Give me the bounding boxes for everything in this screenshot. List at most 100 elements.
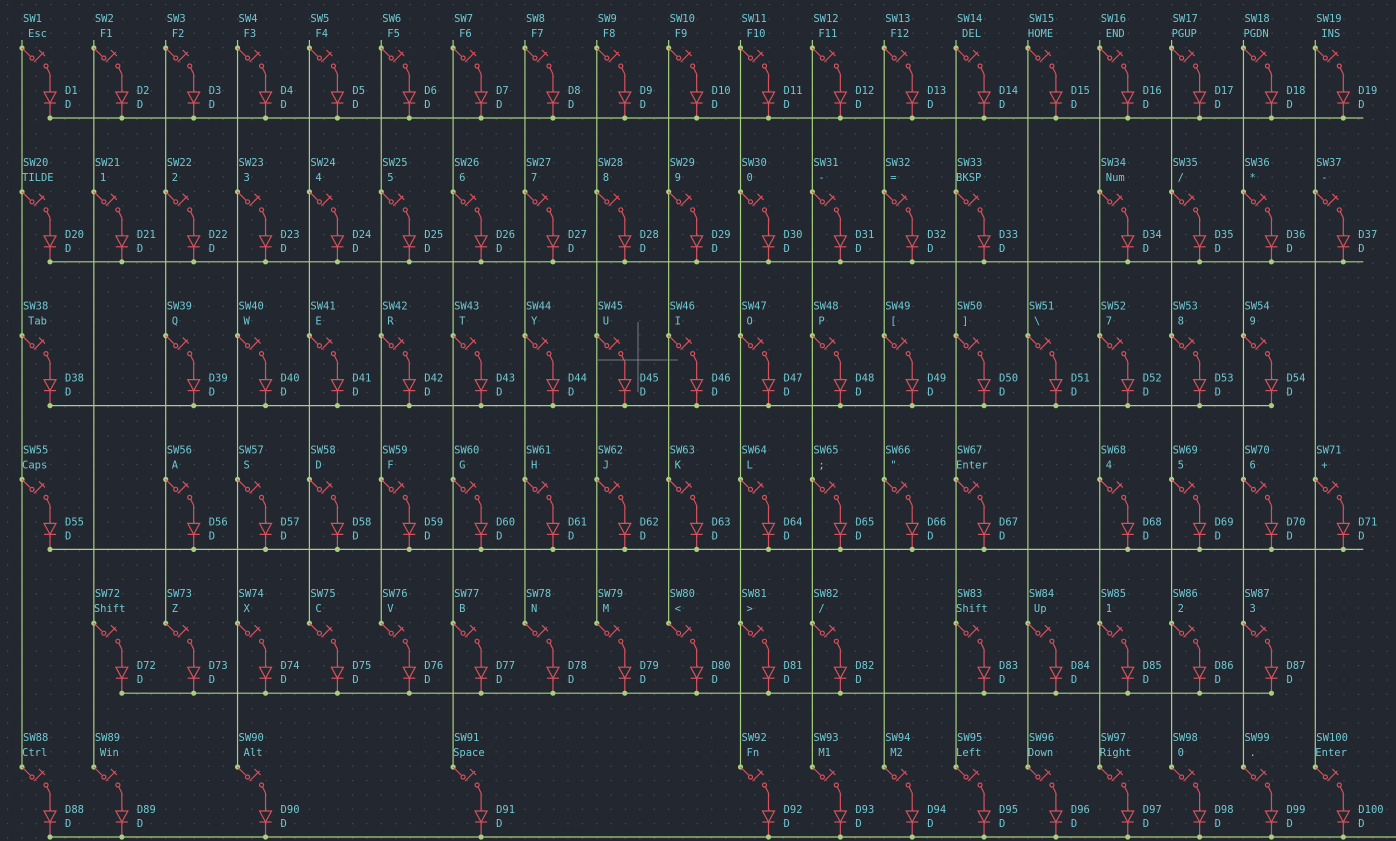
key-switch-sw25[interactable]: SW25 5 D25 D — [378, 157, 444, 265]
key-switch-sw53[interactable]: SW53 8 D53 D — [1169, 301, 1234, 409]
key-switch-sw72[interactable]: SW72 Shift D72 D — [91, 588, 156, 696]
key-switch-sw57[interactable]: SW57 S D57 D — [234, 444, 300, 553]
key-switch-sw20[interactable]: SW20 TILDE D20 D — [19, 157, 84, 265]
key-switch-sw15[interactable]: SW15 HOME D15 D — [1025, 13, 1090, 121]
key-switch-sw37[interactable]: SW37 - D37 D — [1312, 157, 1378, 265]
key-switch-sw95[interactable]: SW95 Left D95 D — [953, 732, 1018, 840]
key-switch-sw48[interactable]: SW48 P D48 D — [809, 301, 875, 409]
key-switch-sw94[interactable]: SW94 M2 D94 D — [881, 732, 947, 840]
key-switch-sw91[interactable]: SW91 Space D91 D — [450, 732, 516, 840]
key-switch-sw29[interactable]: SW29 9 D29 D — [666, 157, 731, 265]
key-switch-sw79[interactable]: SW79 M D79 D — [594, 588, 659, 696]
key-switch-sw9[interactable]: SW9 F8 D9 D — [594, 13, 652, 121]
key-switch-sw89[interactable]: SW89 Win D89 D — [91, 732, 156, 840]
key-switch-sw54[interactable]: SW54 9 D54 D — [1240, 301, 1306, 409]
key-switch-sw60[interactable]: SW60 G D60 D — [450, 444, 516, 553]
key-switch-sw31[interactable]: SW31 - D31 D — [809, 157, 875, 265]
key-switch-sw86[interactable]: SW86 2 D86 D — [1169, 588, 1234, 696]
key-switch-sw38[interactable]: SW38 Tab D38 D — [19, 301, 84, 409]
key-switch-sw74[interactable]: SW74 X D74 D — [234, 588, 300, 696]
key-switch-sw67[interactable]: SW67 Enter D67 D — [953, 444, 1018, 553]
key-switch-sw10[interactable]: SW10 F9 D10 D — [666, 13, 731, 121]
key-switch-sw23[interactable]: SW23 3 D23 D — [234, 157, 300, 265]
key-switch-sw36[interactable]: SW36 * D36 D — [1240, 157, 1306, 265]
key-switch-sw83[interactable]: SW83 Shift D83 D — [953, 588, 1018, 696]
key-switch-sw62[interactable]: SW62 J D62 D — [594, 444, 659, 553]
key-switch-sw32[interactable]: SW32 = D32 D — [881, 157, 947, 265]
key-switch-sw35[interactable]: SW35 / D35 D — [1169, 157, 1234, 265]
key-switch-sw1[interactable]: SW1 Esc D1 D — [19, 13, 78, 121]
key-switch-sw47[interactable]: SW47 O D47 D — [737, 301, 803, 409]
key-switch-sw80[interactable]: SW80 < D80 D — [666, 588, 731, 696]
key-switch-sw68[interactable]: SW68 4 D68 D — [1097, 444, 1162, 553]
key-switch-sw44[interactable]: SW44 Y D44 D — [522, 301, 587, 409]
key-switch-sw24[interactable]: SW24 4 D24 D — [306, 157, 372, 265]
key-switch-sw93[interactable]: SW93 M1 D93 D — [809, 732, 875, 840]
key-switch-sw18[interactable]: SW18 PGDN D18 D — [1240, 13, 1306, 121]
key-switch-sw7[interactable]: SW7 F6 D7 D — [450, 13, 509, 121]
key-switch-sw4[interactable]: SW4 F3 D4 D — [234, 13, 293, 121]
key-switch-sw17[interactable]: SW17 PGUP D17 D — [1169, 13, 1234, 121]
key-switch-sw98[interactable]: SW98 0 D98 D — [1169, 732, 1234, 840]
key-switch-sw99[interactable]: SW99. D99 D — [1240, 732, 1306, 840]
key-switch-sw45[interactable]: SW45 U D45 D — [594, 301, 659, 409]
key-switch-sw39[interactable]: SW39 Q D39 D — [163, 301, 228, 409]
key-switch-sw52[interactable]: SW52 7 D52 D — [1097, 301, 1162, 409]
key-switch-sw55[interactable]: SW55 Caps D55 D — [19, 444, 84, 553]
key-switch-sw87[interactable]: SW87 3 D87 D — [1240, 588, 1306, 696]
key-switch-sw75[interactable]: SW75 C D75 D — [306, 588, 372, 696]
key-switch-sw21[interactable]: SW21 1 D21 D — [91, 157, 156, 265]
key-switch-sw13[interactable]: SW13 F12 D13 D — [881, 13, 947, 121]
key-switch-sw16[interactable]: SW16 END D16 D — [1097, 13, 1162, 121]
key-switch-sw66[interactable]: SW66 " D66 D — [881, 444, 947, 553]
key-switch-sw64[interactable]: SW64 L D64 D — [737, 444, 803, 553]
key-switch-sw5[interactable]: SW5 F4 D5 D — [306, 13, 365, 121]
key-switch-sw26[interactable]: SW26 6 D26 D — [450, 157, 516, 265]
key-switch-sw70[interactable]: SW70 6 D70 D — [1240, 444, 1306, 553]
key-switch-sw41[interactable]: SW41 E D41 D — [306, 301, 372, 409]
key-switch-sw85[interactable]: SW85 1 D85 D — [1097, 588, 1162, 696]
schematic-canvas[interactable]: SW1EscD1DSW2F1D2DSW3F2D3DSW4F3D4DSW5F4D5… — [0, 0, 1396, 841]
key-switch-sw46[interactable]: SW46 I D46 D — [666, 301, 731, 409]
key-switch-sw14[interactable]: SW14 DEL D14 D — [953, 13, 1018, 121]
key-switch-sw22[interactable]: SW22 2 D22 D — [163, 157, 228, 265]
key-switch-sw49[interactable]: SW49 [D49 D — [881, 301, 947, 409]
key-switch-sw11[interactable]: SW11 F10 D11 D — [737, 13, 803, 121]
key-switch-sw28[interactable]: SW28 8 D28 D — [594, 157, 659, 265]
key-switch-sw19[interactable]: SW19 INS D19 D — [1312, 13, 1378, 121]
key-switch-sw69[interactable]: SW69 5 D69 D — [1169, 444, 1234, 553]
key-switch-sw51[interactable]: SW51 \ D51 D — [1025, 301, 1090, 409]
key-switch-sw12[interactable]: SW12 F11 D12 D — [809, 13, 875, 121]
key-switch-sw43[interactable]: SW43 T D43 D — [450, 301, 516, 409]
key-switch-sw96[interactable]: SW96 Down D96 D — [1025, 732, 1090, 840]
key-switch-sw34[interactable]: SW34 Num D34 D — [1097, 157, 1162, 265]
key-switch-sw90[interactable]: SW90 Alt D90 D — [234, 732, 300, 840]
key-switch-sw40[interactable]: SW40 W D40 D — [234, 301, 300, 409]
key-switch-sw92[interactable]: SW92 Fn D92 D — [737, 732, 803, 840]
key-switch-sw88[interactable]: SW88 Ctrl D88 D — [19, 732, 84, 840]
key-switch-sw27[interactable]: SW27 7 D27 D — [522, 157, 587, 265]
key-switch-sw30[interactable]: SW30 0 D30 D — [737, 157, 803, 265]
key-switch-sw59[interactable]: SW59 F D59 D — [378, 444, 444, 553]
key-switch-sw76[interactable]: SW76 V D76 D — [378, 588, 444, 696]
key-switch-sw84[interactable]: SW84 Up D84 D — [1025, 588, 1090, 696]
key-switch-sw58[interactable]: SW58 D D58 D — [306, 444, 372, 553]
key-switch-sw61[interactable]: SW61 H D61 D — [522, 444, 587, 553]
key-switch-sw82[interactable]: SW82 / D82 D — [809, 588, 875, 696]
key-switch-sw73[interactable]: SW73 Z D73 D — [163, 588, 228, 696]
key-switch-sw97[interactable]: SW97 Right D97 D — [1097, 732, 1162, 840]
key-switch-sw8[interactable]: SW8 F7 D8 D — [522, 13, 581, 121]
key-switch-sw42[interactable]: SW42 R D42 D — [378, 301, 444, 409]
key-switch-sw78[interactable]: SW78 N D78 D — [522, 588, 587, 696]
key-switch-sw81[interactable]: SW81 > D81 D — [737, 588, 803, 696]
key-switch-sw6[interactable]: SW6 F5 D6 D — [378, 13, 437, 121]
key-switch-sw50[interactable]: SW50] D50 D — [953, 301, 1018, 409]
key-switch-sw33[interactable]: SW33 BKSP D33 D — [953, 157, 1018, 265]
key-switch-sw65[interactable]: SW65; D65 D — [809, 444, 875, 553]
key-switch-sw56[interactable]: SW56 A D56 D — [163, 444, 228, 553]
key-switch-sw3[interactable]: SW3 F2 D3 D — [163, 13, 221, 121]
key-switch-sw63[interactable]: SW63 K D63 D — [666, 444, 731, 553]
key-switch-sw2[interactable]: SW2 F1 D2 D — [91, 13, 150, 121]
key-switch-sw71[interactable]: SW71 + D71 D — [1312, 444, 1378, 553]
key-switch-sw77[interactable]: SW77 B D77 D — [450, 588, 516, 696]
